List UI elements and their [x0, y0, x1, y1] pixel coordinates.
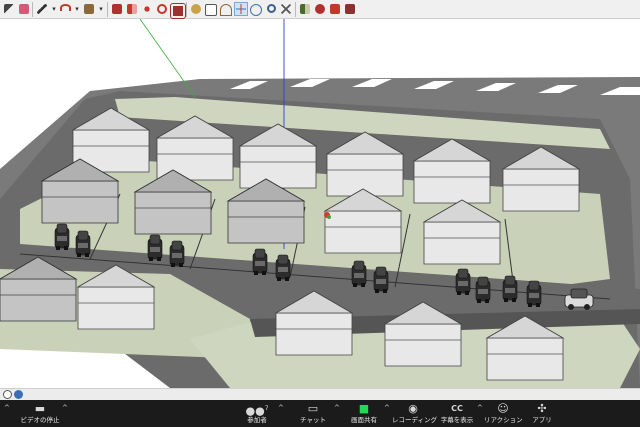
show-captions-button[interactable]: CC 字幕を表示: [438, 400, 476, 427]
captions-icon: CC: [451, 404, 463, 413]
share-screen-icon: ■: [358, 402, 370, 415]
parking-model-scene: [0, 18, 640, 388]
chevron-up-icon[interactable]: ^: [4, 404, 10, 412]
extension-icon[interactable]: [343, 2, 357, 16]
arc-tool-icon[interactable]: [58, 2, 72, 16]
tape-measure-icon[interactable]: [189, 2, 203, 16]
sketchup-toolbar: ▾ ▾ ▾: [0, 0, 640, 19]
zoom-extents-icon[interactable]: [279, 2, 293, 16]
status-bar: [0, 388, 640, 400]
participants-button[interactable]: ●●7 参加者: [240, 400, 274, 427]
zoom-tool-icon[interactable]: [264, 2, 278, 16]
materials-icon[interactable]: [313, 2, 327, 16]
chevron-up-icon[interactable]: ^: [278, 404, 284, 412]
rotate-tool-icon[interactable]: [155, 2, 169, 16]
dimension-tool-icon[interactable]: [204, 2, 218, 16]
record-icon: ◉: [408, 402, 418, 415]
orbit-tool-icon[interactable]: [249, 2, 263, 16]
offset-tool-icon[interactable]: [170, 2, 185, 18]
axes-tool-icon[interactable]: [234, 2, 248, 16]
chevron-down-icon[interactable]: ▾: [50, 2, 58, 16]
chevron-down-icon[interactable]: ▾: [97, 2, 105, 16]
reaction-icon: ☺: [497, 402, 509, 415]
pencil-tool-icon[interactable]: [35, 2, 49, 16]
video-camera-icon: ▬: [34, 402, 46, 415]
follow-me-tool-icon[interactable]: [125, 2, 139, 16]
participants-count: 7: [264, 405, 269, 412]
apps-icon: ✣: [537, 402, 547, 415]
chevron-down-icon[interactable]: ▾: [73, 2, 81, 16]
record-button[interactable]: ◉ レコーディング: [392, 400, 437, 427]
chevron-up-icon[interactable]: ^: [334, 404, 340, 412]
chevron-up-icon[interactable]: ^: [384, 404, 390, 412]
chat-icon: ▭: [307, 402, 319, 415]
components-icon[interactable]: [298, 2, 312, 16]
warehouse-icon[interactable]: [328, 2, 342, 16]
protractor-tool-icon[interactable]: [219, 2, 233, 16]
geolocation-icon[interactable]: [14, 390, 23, 399]
rectangle-tool-icon[interactable]: [82, 2, 96, 16]
eraser-tool-icon[interactable]: [17, 2, 31, 16]
chevron-up-icon[interactable]: ^: [477, 404, 483, 412]
info-icon[interactable]: [3, 390, 12, 399]
move-tool-icon[interactable]: [140, 2, 154, 16]
share-screen-button[interactable]: ■ 画面共有: [346, 400, 382, 427]
reactions-button[interactable]: ☺ リアクション: [484, 400, 523, 427]
chat-button[interactable]: ▭ チャット: [295, 400, 331, 427]
stop-video-button[interactable]: ▬ ビデオの停止: [18, 400, 62, 427]
select-tool-icon[interactable]: [2, 2, 16, 16]
apps-button[interactable]: ✣ アプリ: [528, 400, 556, 427]
zoom-control-bar: ^ ▬ ビデオの停止 ^ ●●7 参加者 ^ ▭ チャット ^ ■ 画面共有 ^…: [0, 400, 640, 427]
push-pull-tool-icon[interactable]: [110, 2, 124, 16]
chevron-up-icon[interactable]: ^: [62, 404, 68, 412]
model-viewport[interactable]: [0, 18, 640, 388]
